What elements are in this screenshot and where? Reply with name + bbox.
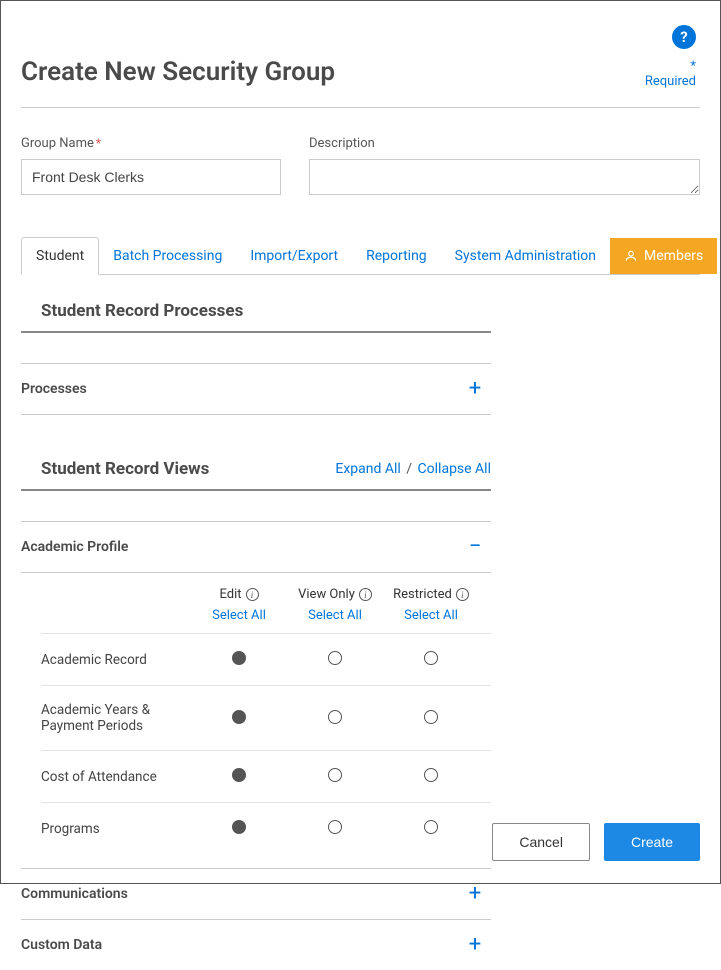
- perm-row-academic-record: Academic Record: [41, 633, 491, 685]
- row-label: Academic Years & Payment Periods: [41, 702, 191, 734]
- required-indicator: * Required: [645, 59, 696, 89]
- expand-all-link[interactable]: Expand All: [335, 461, 400, 477]
- radio-restricted[interactable]: [424, 768, 438, 782]
- tab-members-label: Members: [644, 248, 703, 264]
- radio-view[interactable]: [328, 820, 342, 834]
- select-all-view[interactable]: Select All: [287, 608, 383, 623]
- help-button[interactable]: ?: [672, 25, 696, 49]
- separator-text: /: [404, 461, 414, 477]
- radio-edit[interactable]: [232, 768, 246, 782]
- row-label: Cost of Attendance: [41, 769, 191, 785]
- communications-accordion[interactable]: Communications +: [21, 868, 491, 919]
- info-icon[interactable]: i: [246, 588, 259, 601]
- radio-restricted[interactable]: [424, 710, 438, 724]
- group-name-label: Group Name*: [21, 136, 281, 151]
- radio-restricted[interactable]: [424, 820, 438, 834]
- radio-edit[interactable]: [232, 651, 246, 665]
- perm-row-academic-years: Academic Years & Payment Periods: [41, 685, 491, 750]
- col-header-edit: Edit: [219, 587, 241, 602]
- tab-student[interactable]: Student: [21, 237, 99, 275]
- tab-system-administration[interactable]: System Administration: [441, 238, 610, 274]
- tab-members[interactable]: Members: [610, 238, 717, 274]
- row-label: Academic Record: [41, 652, 191, 668]
- plus-icon[interactable]: +: [465, 934, 485, 956]
- perm-row-cost-of-attendance: Cost of Attendance: [41, 750, 491, 802]
- page-title: Create New Security Group: [21, 57, 700, 87]
- radio-view[interactable]: [328, 768, 342, 782]
- views-title-text: Student Record Views: [41, 459, 209, 479]
- description-input[interactable]: [309, 159, 700, 195]
- info-icon[interactable]: i: [456, 588, 469, 601]
- required-star-icon: *: [96, 136, 101, 150]
- radio-view[interactable]: [328, 710, 342, 724]
- col-header-restricted: Restricted: [393, 587, 452, 602]
- plus-icon[interactable]: +: [465, 378, 485, 400]
- academic-profile-label: Academic Profile: [21, 539, 128, 555]
- cancel-button[interactable]: Cancel: [492, 823, 590, 861]
- required-label: Required: [645, 74, 696, 89]
- custom-data-accordion[interactable]: Custom Data +: [21, 919, 491, 970]
- create-button[interactable]: Create: [604, 823, 700, 861]
- collapse-all-link[interactable]: Collapse All: [418, 461, 491, 477]
- radio-view[interactable]: [328, 651, 342, 665]
- student-record-processes-title: Student Record Processes: [21, 291, 491, 333]
- info-icon[interactable]: i: [359, 588, 372, 601]
- academic-profile-accordion[interactable]: Academic Profile −: [21, 521, 491, 572]
- group-name-label-text: Group Name: [21, 136, 94, 151]
- tab-batch-processing[interactable]: Batch Processing: [99, 238, 236, 274]
- minus-icon[interactable]: −: [465, 536, 485, 558]
- student-record-views-title: Student Record Views Expand All / Collap…: [21, 449, 491, 491]
- custom-data-label: Custom Data: [21, 937, 102, 953]
- processes-accordion[interactable]: Processes +: [21, 363, 491, 415]
- required-asterisk: *: [645, 59, 696, 74]
- members-icon: [624, 249, 638, 263]
- tab-import-export[interactable]: Import/Export: [236, 238, 352, 274]
- select-all-edit[interactable]: Select All: [191, 608, 287, 623]
- communications-label: Communications: [21, 886, 128, 902]
- radio-restricted[interactable]: [424, 651, 438, 665]
- col-header-view-only: View Only: [298, 587, 355, 602]
- header-divider: [21, 107, 700, 108]
- tab-reporting[interactable]: Reporting: [352, 238, 441, 274]
- plus-icon[interactable]: +: [465, 883, 485, 905]
- description-label: Description: [309, 136, 700, 151]
- row-label: Programs: [41, 821, 191, 837]
- tab-bar: Student Batch Processing Import/Export R…: [21, 237, 700, 275]
- select-all-restricted[interactable]: Select All: [383, 608, 479, 623]
- radio-edit[interactable]: [232, 710, 246, 724]
- processes-label: Processes: [21, 381, 87, 397]
- radio-edit[interactable]: [232, 820, 246, 834]
- group-name-input[interactable]: [21, 159, 281, 195]
- perm-row-programs: Programs: [41, 802, 491, 854]
